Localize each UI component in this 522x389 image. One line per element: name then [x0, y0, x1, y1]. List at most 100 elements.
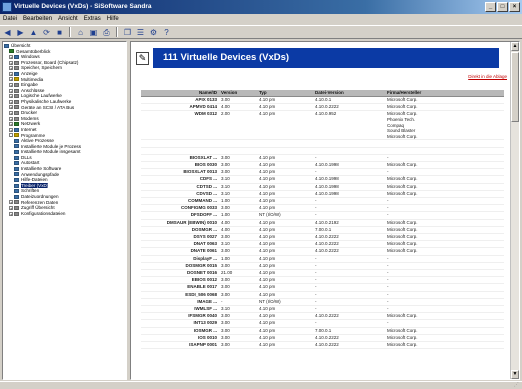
cell-type: 4.10 pm: [257, 219, 313, 227]
cell-type: 4.10 pm: [257, 161, 313, 170]
table-row[interactable]: CDFS ... 3.10 4.10 pm 4.10.0.1998 Microsoft …: [141, 175, 504, 184]
save-icon[interactable]: ▣: [88, 27, 99, 38]
tree-node-icon: [14, 150, 19, 155]
expand-icon[interactable]: +: [9, 211, 13, 216]
table-row[interactable]: IWMLSF ... 3.10 4.10 pm - -: [141, 305, 504, 314]
expand-icon[interactable]: +: [9, 99, 13, 104]
menu-view[interactable]: Ansicht: [58, 14, 78, 24]
scroll-down-arrow-icon[interactable]: ▼: [511, 370, 519, 379]
cell-name: IOSMGR ...: [141, 327, 219, 335]
tree-node-icon: [14, 178, 19, 183]
menu-edit[interactable]: Bearbeiten: [23, 14, 52, 24]
tree-item-label: Logische Laufwerke: [21, 93, 62, 99]
print-icon[interactable]: ⎙: [101, 27, 112, 38]
expand-icon[interactable]: +: [9, 82, 13, 87]
scroll-thumb[interactable]: [511, 52, 519, 122]
table-row[interactable]: CDVSD ... 3.10 4.10 pm 4.10.0.1998 Microsoft…: [141, 190, 504, 198]
expand-icon[interactable]: +: [9, 66, 13, 71]
home-icon[interactable]: ⌂: [75, 27, 86, 38]
cell-name: EBIOS 0012: [141, 276, 219, 285]
table-row[interactable]: DisplayF ... 1.00 4.10 pm - -: [141, 255, 504, 263]
table-row[interactable]: [141, 147, 504, 155]
cell-file-version: -: [313, 269, 385, 278]
table-row[interactable]: DMSAUR (EBWIN) 0010 4.00 4.10 pm 4.10.0.219…: [141, 219, 504, 227]
table-row[interactable]: DSYS 0027 3.00 4.10 pm 4.10.0.2222 Microsoft…: [141, 233, 504, 242]
resize-grip-icon[interactable]: ⋰: [514, 382, 520, 388]
table-row[interactable]: DFSDOFF ... 1.00 NT (I/O/W) - -: [141, 211, 504, 220]
collapse-icon[interactable]: -: [9, 133, 13, 138]
navigation-tree[interactable]: Übersicht Gesamtüberblick + Windows + Prozess…: [2, 41, 127, 380]
table-row[interactable]: COMMAND ... 1.00 4.10 pm - -: [141, 197, 504, 206]
expand-icon[interactable]: +: [9, 88, 13, 93]
cell-file-version: 7.00.0.1: [313, 226, 385, 234]
options-icon[interactable]: ⚙: [148, 27, 159, 38]
table-row[interactable]: APMVD 0414 4.00 4.10 pm 4.10.0.2222 Microsof…: [141, 103, 504, 112]
expand-icon[interactable]: +: [9, 116, 13, 121]
cell-name: DOSMGR 0015: [141, 262, 219, 271]
expand-icon[interactable]: +: [9, 122, 13, 127]
cell-type: 4.10 pm: [257, 327, 313, 335]
refresh-icon[interactable]: ⟳: [41, 27, 52, 38]
report-icon[interactable]: ☰: [135, 27, 146, 38]
expand-icon[interactable]: +: [9, 206, 13, 211]
cell-version: 4.00: [219, 103, 257, 112]
table-row[interactable]: DOSNET 0016 21.00 4.10 pm - -: [141, 269, 504, 278]
table-row[interactable]: BIOS 0030 3.00 4.10 pm 4.10.0.1998 Microsoft…: [141, 161, 504, 170]
table-row[interactable]: IOS 0010 3.00 4.10 pm 4.10.0.2222 Microsoft …: [141, 334, 504, 343]
help-icon[interactable]: ?: [161, 27, 172, 38]
maximize-button[interactable]: □: [497, 2, 508, 12]
back-icon[interactable]: ◀: [2, 27, 13, 38]
table-row[interactable]: BIOSXLAT 0013 3.00 4.10 pm - -: [141, 168, 504, 177]
expand-icon[interactable]: +: [9, 105, 13, 110]
table-row[interactable]: IFSMGR 0040 3.00 4.10 pm 4.10.0.2222 Microso…: [141, 312, 504, 321]
cell-vendor: Microsoft Corp.: [385, 247, 504, 256]
table-row[interactable]: DOSMGR 0015 3.00 4.10 pm - -: [141, 262, 504, 271]
expand-icon[interactable]: +: [9, 200, 13, 205]
cell-file-version: -: [313, 319, 385, 328]
table-row[interactable]: EBIOS 0012 3.00 4.10 pm - -: [141, 276, 504, 285]
table-row[interactable]: [141, 139, 504, 148]
table-row[interactable]: ESDI_506 0068 3.00 4.10 pm - -: [141, 291, 504, 299]
table-row[interactable]: WDM 0312 2.00 4.10 pm 4.10.0.952 Microsoft C…: [141, 110, 504, 141]
close-button[interactable]: ×: [509, 2, 520, 12]
expand-icon[interactable]: +: [9, 54, 13, 59]
tree-item[interactable]: + Konfigurationsdateien: [3, 211, 126, 217]
table-row[interactable]: DOSMGR ... 4.00 4.10 pm 7.00.0.1 Microsoft C…: [141, 226, 504, 234]
menu-file[interactable]: Datei: [3, 14, 17, 24]
copy-icon[interactable]: ❐: [122, 27, 133, 38]
minimize-button[interactable]: _: [485, 2, 496, 12]
menu-help[interactable]: Hilfe: [107, 14, 119, 24]
forward-icon[interactable]: ▶: [15, 27, 26, 38]
expand-icon[interactable]: +: [9, 110, 13, 115]
tree-node-icon: [14, 144, 19, 149]
table-row[interactable]: ENABLE 0017 3.00 4.10 pm - -: [141, 283, 504, 292]
tree-node-icon: [14, 66, 19, 71]
scroll-up-arrow-icon[interactable]: ▲: [511, 42, 519, 51]
title-bar[interactable]: Virtuelle Devices (VxDs) - SiSoftware Sa…: [0, 0, 522, 14]
expand-icon[interactable]: +: [9, 94, 13, 99]
stop-icon[interactable]: ■: [54, 27, 65, 38]
table-row[interactable]: CDTSD ... 3.10 4.10 pm 4.10.0.1998 Microsoft…: [141, 183, 504, 191]
expand-icon[interactable]: +: [9, 127, 13, 132]
table-row[interactable]: APIX 0133 3.00 4.10 pm 4.10.0.1 Microsoft Co…: [141, 96, 504, 105]
copy-to-clipboard-link[interactable]: Direkt in die Ablage: [468, 74, 507, 79]
table-row[interactable]: DNAT 0063 3.10 4.10 pm 4.10.0.2222 Microsoft…: [141, 240, 504, 249]
table-row[interactable]: CONFIGMG 0033 3.00 4.10 pm - -: [141, 204, 504, 213]
table-row[interactable]: BIOSXLAT ... 3.00 4.10 pm - -: [141, 154, 504, 162]
expand-icon[interactable]: +: [9, 77, 13, 82]
cell-version: 1.00: [219, 255, 257, 263]
expand-icon[interactable]: +: [9, 60, 13, 65]
table-row[interactable]: INT13 0029 3.00 4.10 pm - -: [141, 319, 504, 328]
expand-icon[interactable]: +: [9, 71, 13, 76]
table-row[interactable]: DNATE 0061 3.00 4.10 pm 4.10.0.2222 Microsof…: [141, 247, 504, 256]
cell-vendor: -: [385, 262, 504, 271]
table-row[interactable]: ISAPNP 0001 3.00 4.10 pm 4.10.0.2222 Microso…: [141, 341, 504, 350]
cell-type: 4.10 pm: [257, 197, 313, 206]
up-icon[interactable]: ▲: [28, 27, 39, 38]
menu-tools[interactable]: Extras: [84, 14, 101, 24]
table-row[interactable]: IOSMGR ... 3.00 4.10 pm 7.00.0.1 Microsoft C…: [141, 327, 504, 335]
tree-item-label: Installierte Module je Prozess: [21, 143, 82, 149]
vertical-scrollbar[interactable]: ▲ ▼: [510, 42, 519, 379]
table-row[interactable]: IMAGE ... - NT (I/O/W) - -: [141, 298, 504, 307]
cell-name: IOS 0010: [141, 334, 219, 343]
